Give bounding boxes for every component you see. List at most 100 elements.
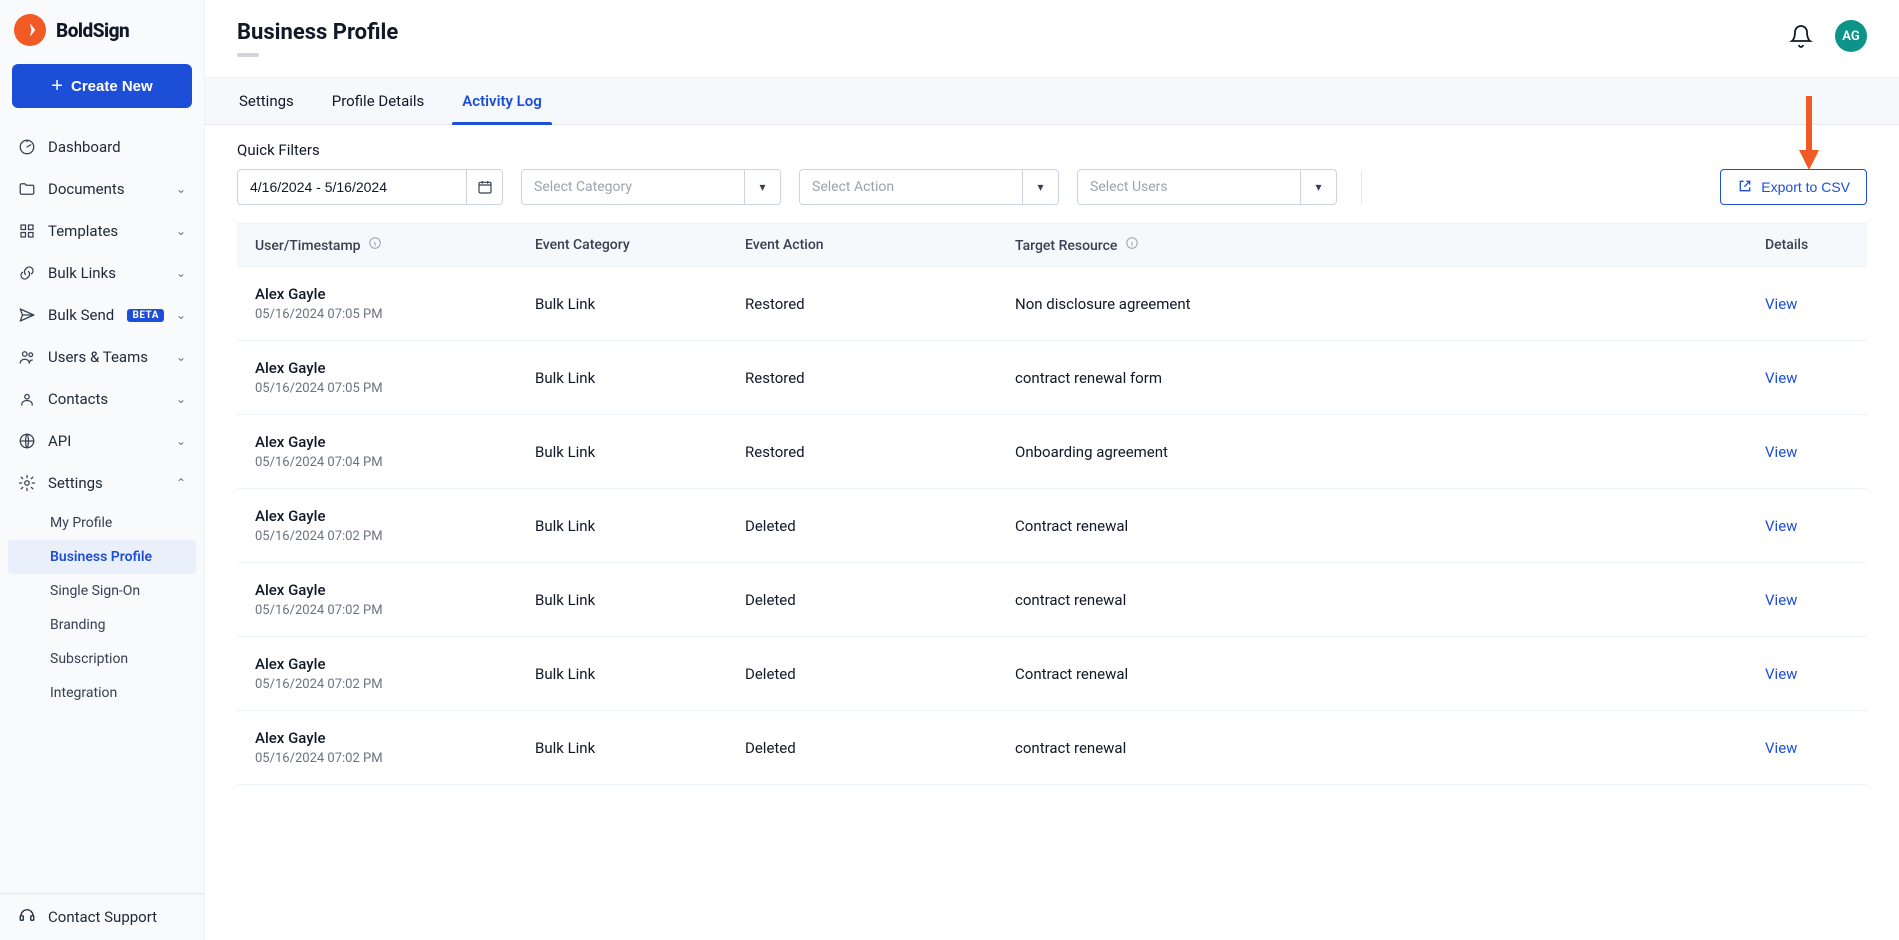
tabbar: Settings Profile Details Activity Log <box>205 77 1899 125</box>
cell-details: View <box>1747 563 1867 637</box>
filters-section: Quick Filters Select Category ▾ Select A… <box>205 125 1899 205</box>
info-icon[interactable] <box>368 236 382 250</box>
sidebar-item-label: Users & Teams <box>48 348 164 366</box>
select-users-placeholder: Select Users <box>1078 170 1300 204</box>
sidebar-item-bulk-send[interactable]: Bulk SendBETA⌄ <box>8 294 196 336</box>
chevron-down-icon: ⌄ <box>176 224 186 238</box>
tab-settings[interactable]: Settings <box>237 78 296 124</box>
sidebar-item-bulk-links[interactable]: Bulk Links ⌄ <box>8 252 196 294</box>
contact-support[interactable]: Contact Support <box>0 893 204 940</box>
cell-details: View <box>1747 637 1867 711</box>
sidebar-item-dashboard[interactable]: Dashboard <box>8 126 196 168</box>
sidebar-item-label: Dashboard <box>48 138 186 156</box>
tab-activity-log[interactable]: Activity Log <box>460 78 544 124</box>
view-link[interactable]: View <box>1765 739 1797 757</box>
cell-resource: contract renewal <box>997 563 1747 637</box>
brand: BoldSign <box>0 14 204 64</box>
cell-user: Alex Gayle05/16/2024 07:02 PM <box>237 637 517 711</box>
table-row: Alex Gayle05/16/2024 07:02 PMBulk LinkDe… <box>237 563 1867 637</box>
info-icon[interactable] <box>1125 236 1139 250</box>
cell-user: Alex Gayle05/16/2024 07:02 PM <box>237 711 517 785</box>
sidebar-item-settings[interactable]: Settings⌃ <box>8 462 196 504</box>
sidebar-subitem-business-profile[interactable]: Business Profile <box>8 540 196 574</box>
sidebar-nav: Dashboard Documents⌄ Templates ⌄ Bulk Links ⌄… <box>0 126 204 893</box>
sidebar-item-label: Templates <box>48 222 164 240</box>
sidebar-item-contacts[interactable]: Contacts ⌄ <box>8 378 196 420</box>
filters: Select Category ▾ Select Action ▾ Select… <box>237 169 1867 205</box>
export-csv-button[interactable]: Export to CSV <box>1720 169 1867 205</box>
sidebar-subitem-subscription[interactable]: Subscription <box>8 642 196 676</box>
sidebar-item-api[interactable]: API⌄ <box>8 420 196 462</box>
main: Business Profile AG SettingsProfile Deta… <box>205 0 1899 940</box>
cell-resource: contract renewal form <box>997 341 1747 415</box>
chevron-down-icon[interactable]: ▾ <box>1022 170 1058 204</box>
cell-user: Alex Gayle05/16/2024 07:04 PM <box>237 415 517 489</box>
sidebar-subitem-branding[interactable]: Branding <box>8 608 196 642</box>
cell-action: Deleted <box>727 489 997 563</box>
timestamp: 05/16/2024 07:05 PM <box>255 381 499 396</box>
sidebar-item-label: Contacts <box>48 390 164 408</box>
view-link[interactable]: View <box>1765 591 1797 609</box>
topbar-right: AG <box>1789 20 1867 52</box>
sidebar-subitem-single-sign-on[interactable]: Single Sign-On <box>8 574 196 608</box>
gauge-icon <box>18 138 36 156</box>
select-action-placeholder: Select Action <box>800 170 1022 204</box>
calendar-icon[interactable] <box>466 170 502 204</box>
sidebar-subitem-integration[interactable]: Integration <box>8 676 196 710</box>
user-name: Alex Gayle <box>255 581 499 599</box>
cell-details: View <box>1747 415 1867 489</box>
view-link[interactable]: View <box>1765 665 1797 683</box>
select-category[interactable]: Select Category ▾ <box>521 169 781 205</box>
cell-category: Bulk Link <box>517 637 727 711</box>
sidebar-item-documents[interactable]: Documents⌄ <box>8 168 196 210</box>
sidebar-item-users-teams[interactable]: Users & Teams⌄ <box>8 336 196 378</box>
view-link[interactable]: View <box>1765 443 1797 461</box>
cell-action: Deleted <box>727 563 997 637</box>
table-header-row: User/Timestamp Event Category Event Acti… <box>237 224 1867 267</box>
divider <box>1361 170 1362 204</box>
user-name: Alex Gayle <box>255 729 499 747</box>
tab-profile-details[interactable]: Profile Details <box>330 78 427 124</box>
sidebar-submenu-settings: My ProfileBusiness ProfileSingle Sign-On… <box>8 506 196 710</box>
col-user: User/Timestamp <box>237 224 517 267</box>
sidebar-item-label: Settings <box>48 474 164 492</box>
sidebar-item-label: Bulk Links <box>48 264 164 282</box>
timestamp: 05/16/2024 07:02 PM <box>255 603 499 618</box>
sidebar: BoldSign + Create New Dashboard Documents… <box>0 0 205 940</box>
timestamp: 05/16/2024 07:05 PM <box>255 307 499 322</box>
cell-user: Alex Gayle 05/16/2024 07:05 PM <box>237 267 517 341</box>
headset-icon <box>18 906 36 928</box>
sidebar-item-label: API <box>48 432 164 450</box>
sidebar-subitem-my-profile[interactable]: My Profile <box>8 506 196 540</box>
notifications-icon[interactable] <box>1789 24 1813 48</box>
cell-category: Bulk Link <box>517 267 727 341</box>
user-name: Alex Gayle <box>255 285 499 303</box>
cell-user: Alex Gayle 05/16/2024 07:05 PM <box>237 341 517 415</box>
chevron-down-icon: ⌄ <box>176 392 186 406</box>
user-name: Alex Gayle <box>255 507 499 525</box>
chevron-down-icon[interactable]: ▾ <box>1300 170 1336 204</box>
cell-resource: Contract renewal <box>997 637 1747 711</box>
avatar[interactable]: AG <box>1835 20 1867 52</box>
user-name: Alex Gayle <box>255 655 499 673</box>
activity-log-table: User/Timestamp Event Category Event Acti… <box>237 223 1867 785</box>
user-name: Alex Gayle <box>255 359 499 377</box>
select-action[interactable]: Select Action ▾ <box>799 169 1059 205</box>
export-icon <box>1737 178 1753 197</box>
col-action: Event Action <box>727 224 997 267</box>
date-range-field[interactable] <box>237 169 503 205</box>
view-link[interactable]: View <box>1765 369 1797 387</box>
create-new-button[interactable]: + Create New <box>12 64 192 108</box>
sidebar-item-templates[interactable]: Templates ⌄ <box>8 210 196 252</box>
select-users[interactable]: Select Users ▾ <box>1077 169 1337 205</box>
chevron-down-icon: ⌄ <box>176 266 186 280</box>
plus-icon: + <box>51 76 63 96</box>
beta-badge: BETA <box>127 309 164 322</box>
view-link[interactable]: View <box>1765 295 1797 313</box>
sidebar-item-label: Bulk Send <box>48 306 115 324</box>
chevron-down-icon[interactable]: ▾ <box>744 170 780 204</box>
date-range-input[interactable] <box>238 170 466 204</box>
cell-category: Bulk Link <box>517 489 727 563</box>
col-category: Event Category <box>517 224 727 267</box>
view-link[interactable]: View <box>1765 517 1797 535</box>
